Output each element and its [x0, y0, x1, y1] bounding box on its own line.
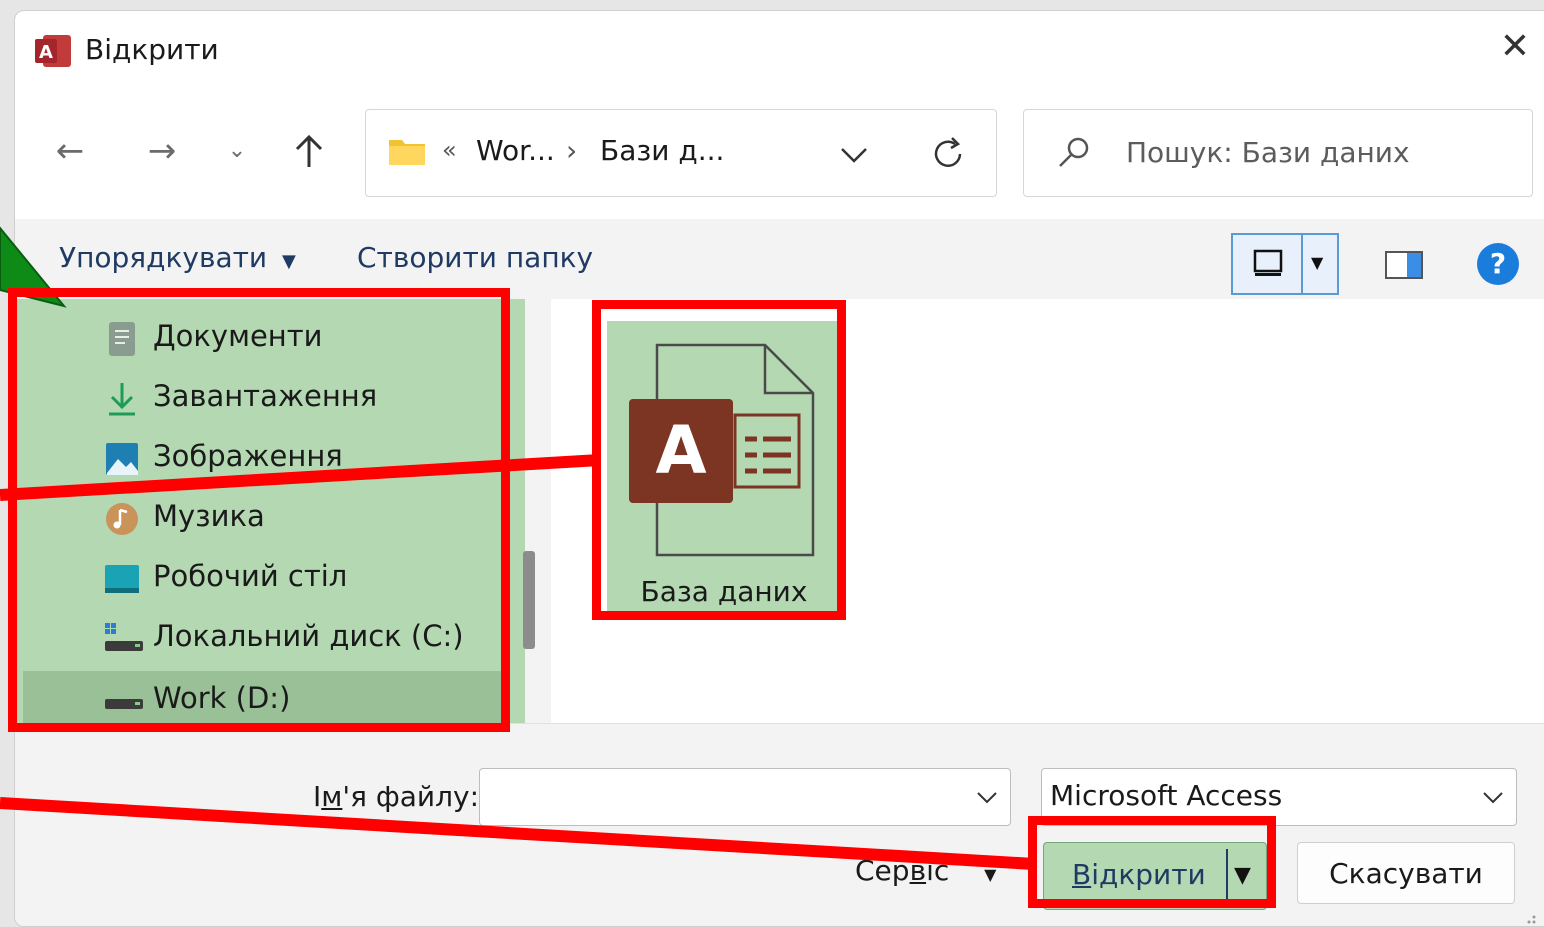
cancel-button[interactable]: Скасувати [1297, 842, 1515, 904]
nav-scrollbar-thumb[interactable] [523, 551, 535, 649]
annotation-box-nav-pane [8, 288, 510, 732]
cancel-button-label: Скасувати [1329, 857, 1483, 890]
dialog-footer: Ім'я файлу: Microsoft Access Сервіс ▼ Ві… [15, 723, 1544, 926]
filename-input[interactable] [479, 768, 1011, 826]
resize-grip-icon[interactable] [1523, 910, 1537, 924]
file-type-value: Microsoft Access [1050, 779, 1283, 812]
search-input[interactable]: Пошук: Бази даних [1126, 136, 1410, 169]
search-icon [1056, 134, 1094, 172]
forward-arrow-icon[interactable]: → [137, 131, 187, 171]
svg-text:A: A [39, 42, 53, 63]
annotation-box-open-button [1028, 816, 1276, 908]
view-large-icon [1253, 249, 1283, 277]
new-folder-button[interactable]: Створити папку [357, 241, 593, 274]
organize-label: Упорядкувати [59, 241, 268, 274]
back-arrow-icon[interactable]: ← [45, 131, 95, 171]
breadcrumb-overflow[interactable]: « [442, 136, 457, 164]
file-type-chevron-icon [1480, 785, 1506, 809]
search-box[interactable]: Пошук: Бази даних [1023, 109, 1533, 197]
preview-pane-icon[interactable] [1385, 251, 1423, 281]
address-dropdown-chevron-icon[interactable] [836, 140, 872, 168]
view-mode-button[interactable]: ▼ [1231, 233, 1339, 295]
help-glyph: ? [1489, 247, 1507, 280]
tools-button[interactable]: Сервіс ▼ [855, 854, 996, 887]
recent-locations-chevron-icon[interactable]: ⌄ [219, 131, 255, 171]
tools-dropdown-icon: ▼ [984, 865, 997, 884]
breadcrumb-item-work[interactable]: Wor... [476, 134, 555, 167]
close-icon[interactable]: ✕ [1495, 27, 1535, 67]
nav-scroll-track [525, 299, 551, 723]
breadcrumb-separator: › [566, 134, 578, 167]
breadcrumb-item-databases[interactable]: Бази д... [600, 134, 724, 167]
up-arrow-icon[interactable] [289, 131, 329, 171]
address-bar[interactable]: « Wor... › Бази д... [365, 109, 997, 197]
window-title: Відкрити [85, 33, 219, 66]
access-app-icon: A [35, 33, 73, 69]
help-icon[interactable]: ? [1477, 243, 1519, 285]
filename-label: Ім'я файлу: [313, 780, 480, 813]
filename-dropdown-chevron-icon[interactable] [974, 785, 1000, 809]
organize-button[interactable]: Упорядкувати ▼ [59, 241, 296, 274]
refresh-icon[interactable] [928, 134, 968, 174]
view-dropdown-icon: ▼ [1311, 253, 1324, 272]
folder-icon [388, 136, 426, 166]
organize-dropdown-icon: ▼ [282, 251, 296, 272]
annotation-box-database [592, 300, 846, 620]
